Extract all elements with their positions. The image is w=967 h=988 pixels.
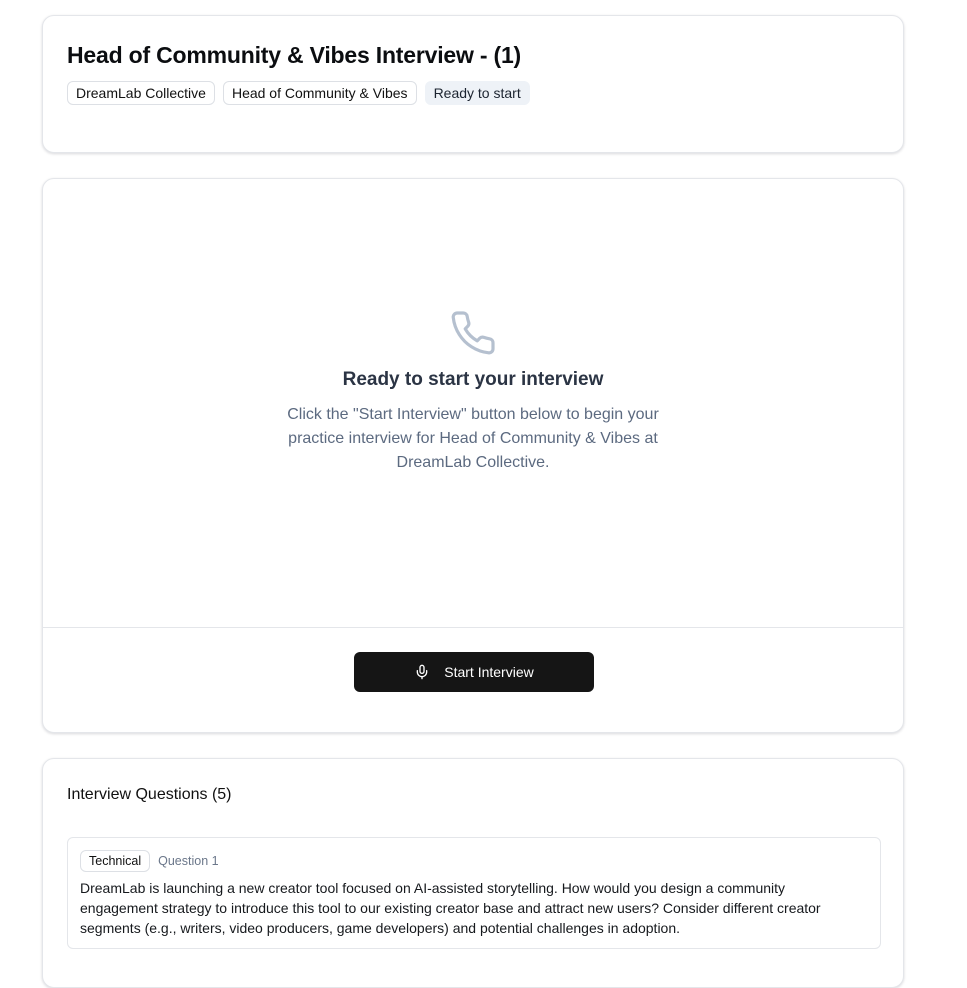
questions-heading: Interview Questions (5) (67, 786, 232, 803)
phone-icon (451, 311, 495, 355)
question-type-badge: Technical (80, 850, 151, 872)
badge-row: DreamLab Collective Head of Community & … (67, 81, 530, 105)
question-text: DreamLab is launching a new creator tool… (80, 880, 821, 936)
company-badge: DreamLab Collective (67, 81, 215, 105)
empty-state-title: Ready to start your interview (342, 369, 604, 390)
question-item[interactable]: Technical Question 1 DreamLab is launchi… (67, 837, 881, 949)
empty-state-description: Click the "Start Interview" button below… (287, 406, 659, 471)
interview-questions-card: Interview Questions (5) Technical Questi… (42, 758, 904, 988)
card-divider (43, 627, 903, 628)
role-badge: Head of Community & Vibes (222, 81, 417, 105)
start-interview-label: Start Interview (444, 664, 534, 680)
question-number: Question 1 (158, 854, 219, 868)
question-meta: Technical Question 1 (80, 850, 219, 872)
mic-icon (416, 664, 428, 680)
status-badge: Ready to start (424, 81, 530, 105)
empty-state: Ready to start your interview Click the … (43, 309, 903, 475)
start-interview-button[interactable]: Start Interview (354, 652, 594, 692)
page-title: Head of Community & Vibes Interview - (1… (67, 42, 522, 68)
interview-header-card: Head of Community & Vibes Interview - (1… (42, 15, 904, 153)
interview-session-card: Ready to start your interview Click the … (42, 178, 904, 733)
